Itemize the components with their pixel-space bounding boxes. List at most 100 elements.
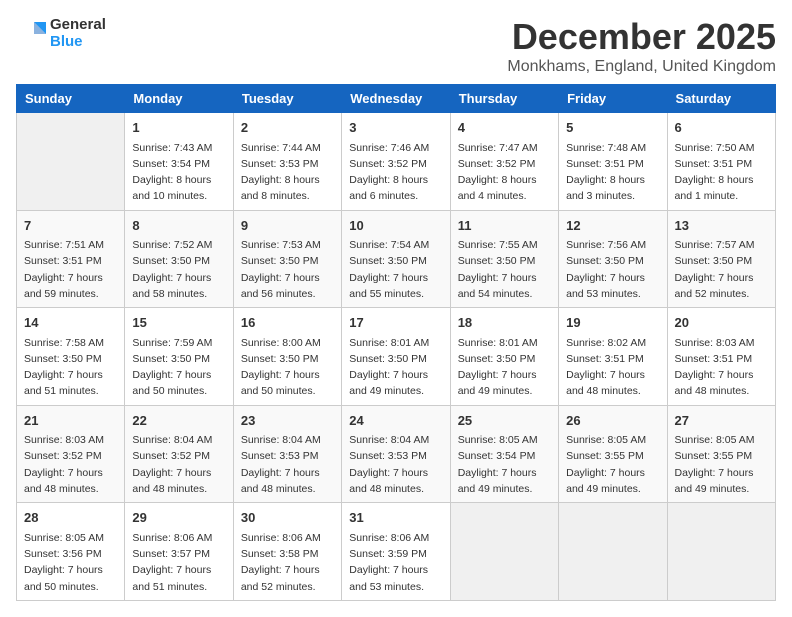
day-number: 16: [241, 313, 334, 333]
calendar-cell: 9Sunrise: 7:53 AM Sunset: 3:50 PM Daylig…: [233, 210, 341, 308]
calendar-cell: [667, 503, 775, 601]
cell-info: Sunrise: 7:57 AM Sunset: 3:50 PM Dayligh…: [675, 237, 768, 302]
cell-info: Sunrise: 7:51 AM Sunset: 3:51 PM Dayligh…: [24, 237, 117, 302]
cell-info: Sunrise: 7:56 AM Sunset: 3:50 PM Dayligh…: [566, 237, 659, 302]
calendar-cell: 31Sunrise: 8:06 AM Sunset: 3:59 PM Dayli…: [342, 503, 450, 601]
calendar-cell: [17, 113, 125, 211]
header-day-thursday: Thursday: [450, 85, 558, 113]
day-number: 24: [349, 411, 442, 431]
calendar-cell: 8Sunrise: 7:52 AM Sunset: 3:50 PM Daylig…: [125, 210, 233, 308]
cell-info: Sunrise: 8:05 AM Sunset: 3:56 PM Dayligh…: [24, 530, 117, 595]
cell-info: Sunrise: 8:04 AM Sunset: 3:52 PM Dayligh…: [132, 432, 225, 497]
day-number: 13: [675, 216, 768, 236]
logo-svg: [16, 18, 46, 48]
day-number: 3: [349, 118, 442, 138]
calendar-cell: 3Sunrise: 7:46 AM Sunset: 3:52 PM Daylig…: [342, 113, 450, 211]
calendar-cell: [450, 503, 558, 601]
calendar-week-2: 14Sunrise: 7:58 AM Sunset: 3:50 PM Dayli…: [17, 308, 776, 406]
day-number: 21: [24, 411, 117, 431]
calendar-cell: 16Sunrise: 8:00 AM Sunset: 3:50 PM Dayli…: [233, 308, 341, 406]
calendar-cell: 21Sunrise: 8:03 AM Sunset: 3:52 PM Dayli…: [17, 405, 125, 503]
calendar-cell: 2Sunrise: 7:44 AM Sunset: 3:53 PM Daylig…: [233, 113, 341, 211]
day-number: 9: [241, 216, 334, 236]
calendar-week-1: 7Sunrise: 7:51 AM Sunset: 3:51 PM Daylig…: [17, 210, 776, 308]
cell-info: Sunrise: 7:53 AM Sunset: 3:50 PM Dayligh…: [241, 237, 334, 302]
day-number: 2: [241, 118, 334, 138]
day-number: 29: [132, 508, 225, 528]
logo: General Blue: [16, 16, 106, 51]
calendar-header: SundayMondayTuesdayWednesdayThursdayFrid…: [17, 85, 776, 113]
day-number: 25: [458, 411, 551, 431]
header-day-sunday: Sunday: [17, 85, 125, 113]
cell-info: Sunrise: 8:01 AM Sunset: 3:50 PM Dayligh…: [458, 335, 551, 400]
calendar-cell: 17Sunrise: 8:01 AM Sunset: 3:50 PM Dayli…: [342, 308, 450, 406]
header-day-monday: Monday: [125, 85, 233, 113]
calendar-cell: 30Sunrise: 8:06 AM Sunset: 3:58 PM Dayli…: [233, 503, 341, 601]
cell-info: Sunrise: 8:02 AM Sunset: 3:51 PM Dayligh…: [566, 335, 659, 400]
day-number: 12: [566, 216, 659, 236]
page-header: General Blue December 2025 Monkhams, Eng…: [16, 16, 776, 76]
calendar-cell: 1Sunrise: 7:43 AM Sunset: 3:54 PM Daylig…: [125, 113, 233, 211]
day-number: 31: [349, 508, 442, 528]
calendar-cell: 4Sunrise: 7:47 AM Sunset: 3:52 PM Daylig…: [450, 113, 558, 211]
calendar-cell: 28Sunrise: 8:05 AM Sunset: 3:56 PM Dayli…: [17, 503, 125, 601]
cell-info: Sunrise: 7:59 AM Sunset: 3:50 PM Dayligh…: [132, 335, 225, 400]
cell-info: Sunrise: 7:43 AM Sunset: 3:54 PM Dayligh…: [132, 140, 225, 205]
calendar-cell: 7Sunrise: 7:51 AM Sunset: 3:51 PM Daylig…: [17, 210, 125, 308]
day-number: 1: [132, 118, 225, 138]
cell-info: Sunrise: 7:55 AM Sunset: 3:50 PM Dayligh…: [458, 237, 551, 302]
calendar-cell: 24Sunrise: 8:04 AM Sunset: 3:53 PM Dayli…: [342, 405, 450, 503]
calendar-cell: 20Sunrise: 8:03 AM Sunset: 3:51 PM Dayli…: [667, 308, 775, 406]
calendar-cell: 27Sunrise: 8:05 AM Sunset: 3:55 PM Dayli…: [667, 405, 775, 503]
cell-info: Sunrise: 8:04 AM Sunset: 3:53 PM Dayligh…: [349, 432, 442, 497]
calendar-cell: 10Sunrise: 7:54 AM Sunset: 3:50 PM Dayli…: [342, 210, 450, 308]
day-number: 6: [675, 118, 768, 138]
cell-info: Sunrise: 7:54 AM Sunset: 3:50 PM Dayligh…: [349, 237, 442, 302]
calendar-cell: 13Sunrise: 7:57 AM Sunset: 3:50 PM Dayli…: [667, 210, 775, 308]
day-number: 8: [132, 216, 225, 236]
cell-info: Sunrise: 7:44 AM Sunset: 3:53 PM Dayligh…: [241, 140, 334, 205]
day-number: 20: [675, 313, 768, 333]
calendar-body: 1Sunrise: 7:43 AM Sunset: 3:54 PM Daylig…: [17, 113, 776, 601]
day-number: 19: [566, 313, 659, 333]
day-number: 23: [241, 411, 334, 431]
cell-info: Sunrise: 8:03 AM Sunset: 3:51 PM Dayligh…: [675, 335, 768, 400]
cell-info: Sunrise: 8:05 AM Sunset: 3:55 PM Dayligh…: [675, 432, 768, 497]
calendar-cell: 26Sunrise: 8:05 AM Sunset: 3:55 PM Dayli…: [559, 405, 667, 503]
cell-info: Sunrise: 8:01 AM Sunset: 3:50 PM Dayligh…: [349, 335, 442, 400]
calendar-cell: [559, 503, 667, 601]
cell-info: Sunrise: 8:06 AM Sunset: 3:57 PM Dayligh…: [132, 530, 225, 595]
calendar-title: December 2025: [507, 16, 776, 58]
calendar-cell: 23Sunrise: 8:04 AM Sunset: 3:53 PM Dayli…: [233, 405, 341, 503]
calendar-cell: 18Sunrise: 8:01 AM Sunset: 3:50 PM Dayli…: [450, 308, 558, 406]
day-number: 5: [566, 118, 659, 138]
calendar-cell: 22Sunrise: 8:04 AM Sunset: 3:52 PM Dayli…: [125, 405, 233, 503]
calendar-cell: 15Sunrise: 7:59 AM Sunset: 3:50 PM Dayli…: [125, 308, 233, 406]
day-number: 4: [458, 118, 551, 138]
cell-info: Sunrise: 7:50 AM Sunset: 3:51 PM Dayligh…: [675, 140, 768, 205]
day-number: 30: [241, 508, 334, 528]
day-number: 18: [458, 313, 551, 333]
cell-info: Sunrise: 7:48 AM Sunset: 3:51 PM Dayligh…: [566, 140, 659, 205]
calendar-week-3: 21Sunrise: 8:03 AM Sunset: 3:52 PM Dayli…: [17, 405, 776, 503]
title-block: December 2025 Monkhams, England, United …: [507, 16, 776, 76]
header-row: SundayMondayTuesdayWednesdayThursdayFrid…: [17, 85, 776, 113]
cell-info: Sunrise: 7:46 AM Sunset: 3:52 PM Dayligh…: [349, 140, 442, 205]
cell-info: Sunrise: 7:52 AM Sunset: 3:50 PM Dayligh…: [132, 237, 225, 302]
cell-info: Sunrise: 8:05 AM Sunset: 3:55 PM Dayligh…: [566, 432, 659, 497]
cell-info: Sunrise: 8:06 AM Sunset: 3:58 PM Dayligh…: [241, 530, 334, 595]
day-number: 17: [349, 313, 442, 333]
day-number: 28: [24, 508, 117, 528]
cell-info: Sunrise: 8:00 AM Sunset: 3:50 PM Dayligh…: [241, 335, 334, 400]
calendar-cell: 25Sunrise: 8:05 AM Sunset: 3:54 PM Dayli…: [450, 405, 558, 503]
calendar-cell: 29Sunrise: 8:06 AM Sunset: 3:57 PM Dayli…: [125, 503, 233, 601]
calendar-cell: 11Sunrise: 7:55 AM Sunset: 3:50 PM Dayli…: [450, 210, 558, 308]
calendar-cell: 12Sunrise: 7:56 AM Sunset: 3:50 PM Dayli…: [559, 210, 667, 308]
cell-info: Sunrise: 8:04 AM Sunset: 3:53 PM Dayligh…: [241, 432, 334, 497]
cell-info: Sunrise: 7:58 AM Sunset: 3:50 PM Dayligh…: [24, 335, 117, 400]
day-number: 11: [458, 216, 551, 236]
cell-info: Sunrise: 8:06 AM Sunset: 3:59 PM Dayligh…: [349, 530, 442, 595]
cell-info: Sunrise: 8:03 AM Sunset: 3:52 PM Dayligh…: [24, 432, 117, 497]
calendar-cell: 14Sunrise: 7:58 AM Sunset: 3:50 PM Dayli…: [17, 308, 125, 406]
calendar-cell: 6Sunrise: 7:50 AM Sunset: 3:51 PM Daylig…: [667, 113, 775, 211]
